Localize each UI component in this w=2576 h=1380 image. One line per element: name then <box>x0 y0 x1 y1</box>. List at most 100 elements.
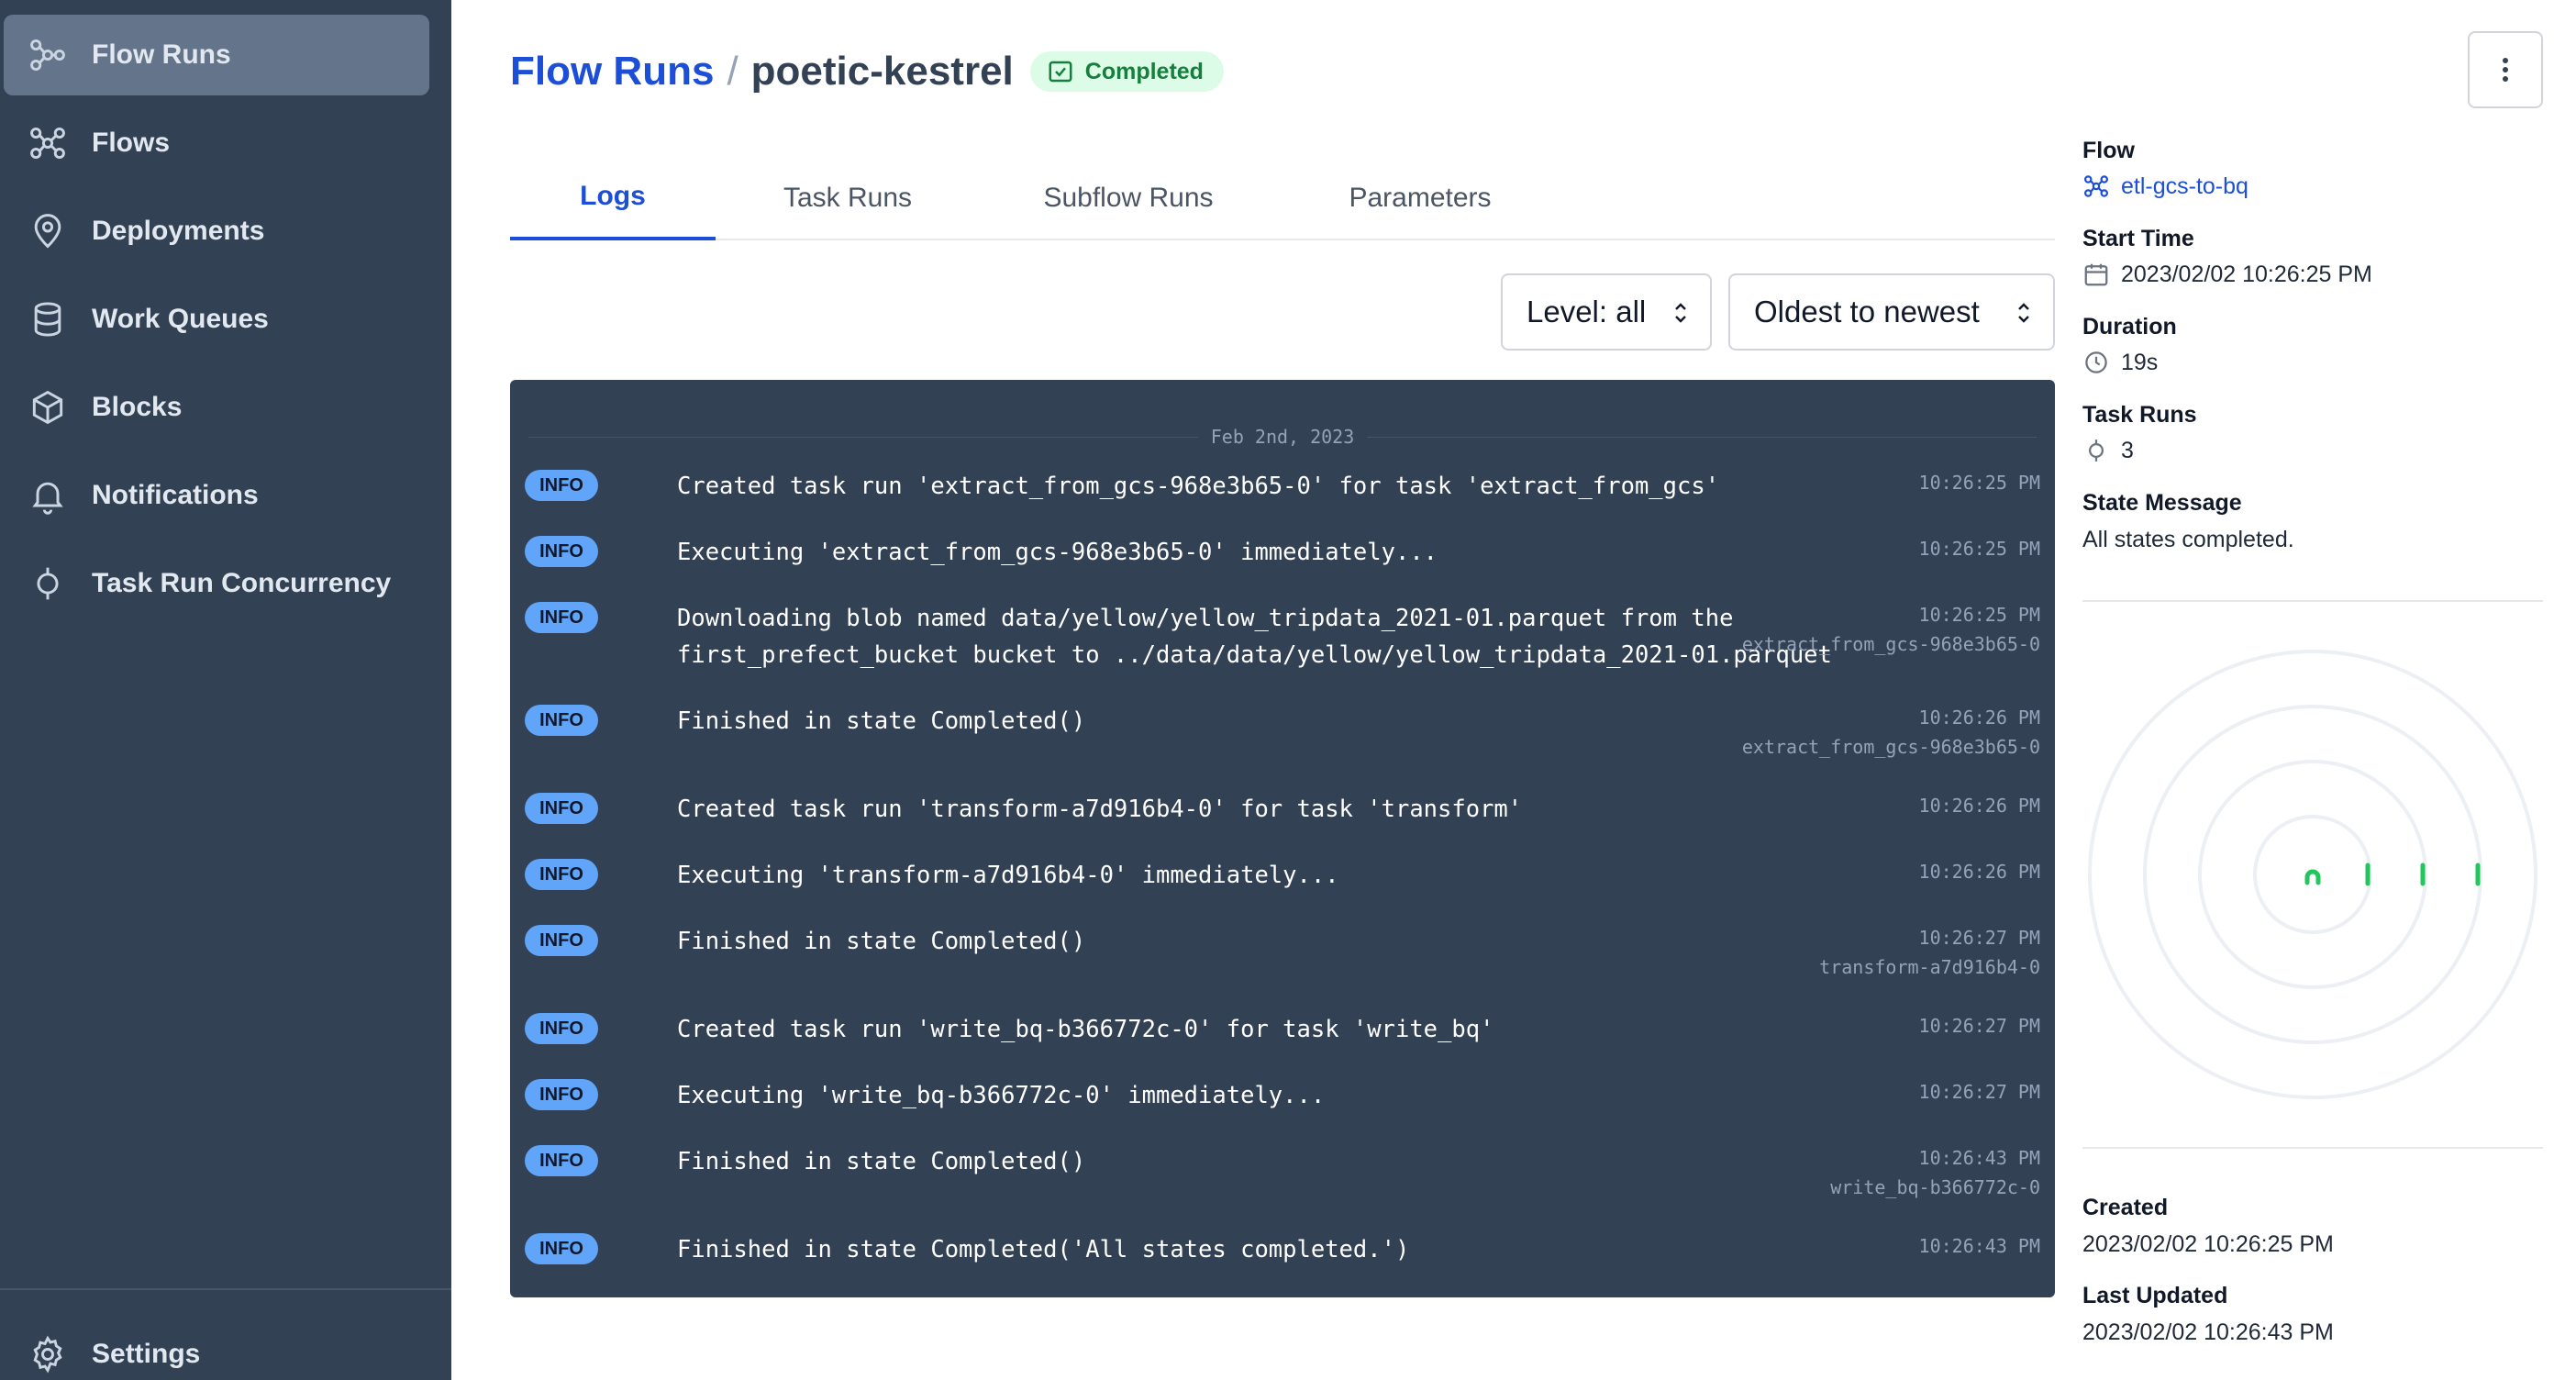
created-label: Created <box>2082 1195 2169 1220</box>
created-value: 2023/02/02 10:26:25 PM <box>2082 1231 2334 1257</box>
breadcrumb-separator: / <box>727 49 738 94</box>
log-level-badge: INFO <box>525 859 598 890</box>
state-message-label: State Message <box>2082 490 2242 516</box>
log-timestamp: 10:26:27 PM transform-a7d916b4-0 <box>1819 923 2040 982</box>
level-select[interactable]: Level: all <box>1501 273 1712 351</box>
radar-root-node <box>2304 869 2321 885</box>
more-options-button[interactable] <box>2468 31 2543 108</box>
duration-value: 19s <box>2082 349 2158 376</box>
duration-text: 19s <box>2121 349 2159 375</box>
sidebar: Flow Runs Flows Deployments Work Queues … <box>0 0 451 1380</box>
state-message-value: All states completed. <box>2082 527 2294 552</box>
gear-icon <box>28 1334 68 1374</box>
sidebar-item-task-run-concurrency[interactable]: Task Run Concurrency <box>4 543 429 624</box>
log-level-badge: INFO <box>525 925 598 956</box>
sidebar-item-label: Blocks <box>92 392 183 422</box>
log-timestamp: 10:26:25 PM extract_from_gcs-968e3b65-0 <box>1742 600 2040 659</box>
log-level-badge: INFO <box>525 793 598 824</box>
log-level-badge: INFO <box>525 1145 598 1176</box>
divider <box>2082 600 2543 602</box>
log-timestamp: 10:26:25 PM <box>1918 538 2040 560</box>
log-message: Created task run 'write_bq-b366772c-0' f… <box>677 1016 1494 1043</box>
task-runs-label: Task Runs <box>2082 402 2197 428</box>
log-timestamp: 10:26:26 PM <box>1918 861 2040 883</box>
log-timestamp: 10:26:26 PM extract_from_gcs-968e3b65-0 <box>1742 703 2040 762</box>
log-message: Downloading blob named data/yellow/yello… <box>677 605 1832 669</box>
sidebar-item-blocks[interactable]: Blocks <box>4 367 429 448</box>
chevron-up-down-icon <box>1675 303 1686 323</box>
start-time-value: 2023/02/02 10:26:25 PM <box>2082 261 2372 288</box>
status-badge: Completed <box>1029 51 1224 92</box>
breadcrumb-flow-runs-link[interactable]: Flow Runs <box>510 49 714 95</box>
log-time: 10:26:25 PM <box>1918 604 2040 626</box>
flow-run-radar <box>2088 650 2537 1099</box>
page-title: poetic-kestrel <box>750 49 1014 94</box>
task-run-icon <box>2089 440 2104 462</box>
log-level-badge: INFO <box>525 1079 598 1110</box>
calendar-icon <box>2084 263 2108 286</box>
kebab-menu-icon <box>2503 58 2508 82</box>
sidebar-divider <box>0 1288 451 1290</box>
log-level-badge: INFO <box>525 1013 598 1044</box>
logs-panel: Feb 2nd, 2023 INFO Created task run 'ext… <box>510 380 2055 1297</box>
log-message: Finished in state Completed() <box>677 1148 1086 1175</box>
log-message: Executing 'write_bq-b366772c-0' immediat… <box>677 1082 1326 1109</box>
log-task-run: extract_from_gcs-968e3b65-0 <box>1741 633 2040 655</box>
flows-icon <box>28 123 68 163</box>
status-badge-label: Completed <box>1084 58 1204 84</box>
cube-icon <box>28 387 68 428</box>
flows-icon <box>2084 175 2108 197</box>
sidebar-item-label: Settings <box>92 1339 201 1369</box>
sort-select[interactable]: Oldest to newest <box>1728 273 2055 351</box>
tab-subflow-runs[interactable]: Subflow Runs <box>980 156 1277 240</box>
chevron-up-down-icon <box>2018 303 2029 323</box>
tab-logs[interactable]: Logs <box>510 156 716 240</box>
sidebar-item-settings[interactable]: Settings <box>4 1314 429 1380</box>
sidebar-item-work-queues[interactable]: Work Queues <box>4 279 429 360</box>
sidebar-item-notifications[interactable]: Notifications <box>4 455 429 536</box>
log-date: Feb 2nd, 2023 <box>1210 426 1355 448</box>
log-timestamp: 10:26:27 PM <box>1918 1081 2040 1103</box>
concurrency-icon <box>28 563 68 604</box>
sidebar-item-flow-runs[interactable]: Flow Runs <box>4 15 429 95</box>
log-task-run: extract_from_gcs-968e3b65-0 <box>1741 736 2040 758</box>
sidebar-item-label: Deployments <box>92 216 265 246</box>
tab-parameters[interactable]: Parameters <box>1277 156 1563 240</box>
last-updated-value: 2023/02/02 10:26:43 PM <box>2082 1319 2334 1345</box>
check-square-icon <box>1049 61 1072 83</box>
sidebar-item-flows[interactable]: Flows <box>4 103 429 184</box>
divider <box>2082 1147 2543 1149</box>
flow-runs-icon <box>28 35 68 75</box>
sidebar-item-label: Work Queues <box>92 304 269 334</box>
sidebar-item-deployments[interactable]: Deployments <box>4 191 429 272</box>
flow-link[interactable]: etl-gcs-to-bq <box>2082 172 2248 200</box>
tab-task-runs[interactable]: Task Runs <box>716 156 980 240</box>
sort-select-value: Oldest to newest <box>1754 295 1980 328</box>
start-time-text: 2023/02/02 10:26:25 PM <box>2121 261 2372 287</box>
log-timestamp: 10:26:27 PM <box>1918 1015 2040 1037</box>
log-message: Finished in state Completed() <box>677 928 1086 955</box>
flow-label: Flow <box>2082 138 2135 163</box>
log-message: Executing 'extract_from_gcs-968e3b65-0' … <box>677 539 1438 566</box>
log-message: Created task run 'extract_from_gcs-968e3… <box>677 473 1720 500</box>
log-level-badge: INFO <box>525 705 598 736</box>
database-icon <box>28 299 68 339</box>
log-time: 10:26:26 PM <box>1918 707 2040 729</box>
duration-label: Duration <box>2082 314 2177 339</box>
bell-icon <box>28 475 68 516</box>
log-task-run: transform-a7d916b4-0 <box>1819 956 2040 978</box>
breadcrumb: Flow Runs / poetic-kestrel Completed <box>510 44 1224 99</box>
task-runs-value: 3 <box>2082 437 2134 464</box>
log-message: Finished in state Completed('All states … <box>677 1236 1410 1263</box>
log-message: Finished in state Completed() <box>677 707 1086 735</box>
log-message: Executing 'transform-a7d916b4-0' immedia… <box>677 862 1339 889</box>
sidebar-item-label: Task Run Concurrency <box>92 568 392 598</box>
log-timestamp: 10:26:26 PM <box>1918 795 2040 817</box>
log-level-badge: INFO <box>525 470 598 501</box>
log-timestamp: 10:26:25 PM <box>1918 472 2040 494</box>
log-timestamp: 10:26:43 PM <box>1918 1235 2040 1257</box>
log-time: 10:26:27 PM <box>1918 927 2040 949</box>
log-level-badge: INFO <box>525 536 598 567</box>
task-runs-count: 3 <box>2121 437 2134 463</box>
last-updated-label: Last Updated <box>2082 1283 2228 1308</box>
